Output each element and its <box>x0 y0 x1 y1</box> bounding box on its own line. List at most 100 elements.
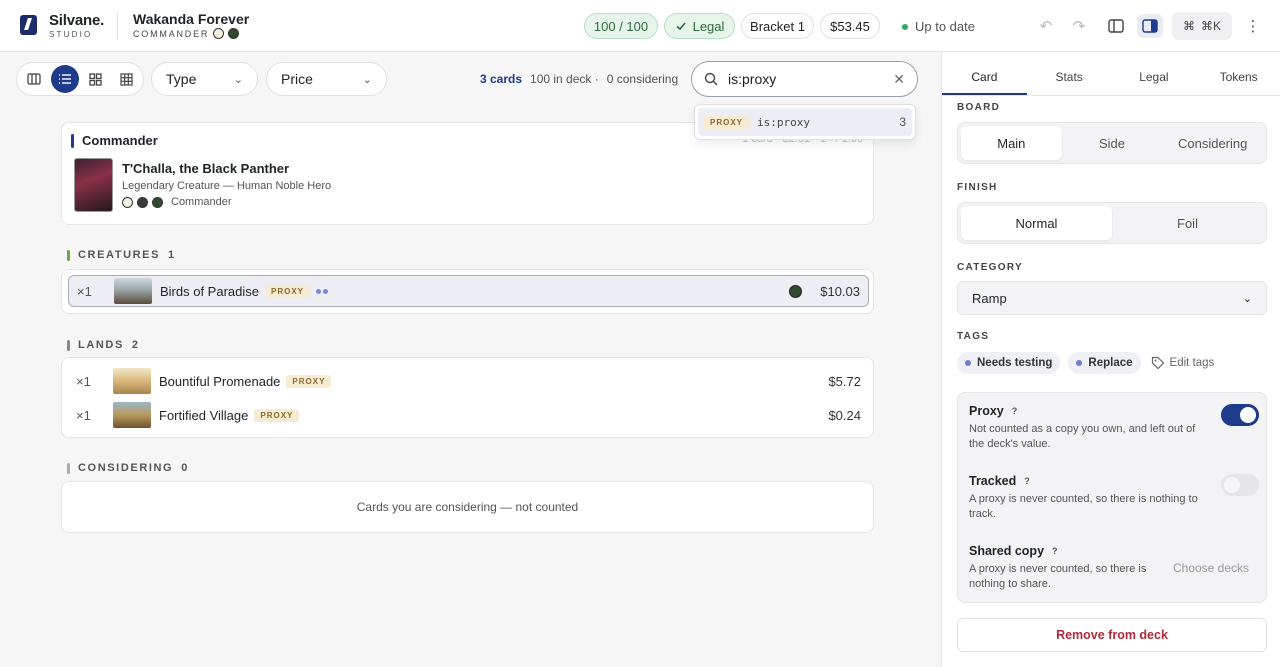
card-name[interactable]: Birds of Paradise <box>160 284 259 299</box>
lands-list: ×1 Bountiful Promenade PROXY $5.72 ×1 Fo… <box>61 357 874 438</box>
tracked-title-row: Tracked ? <box>969 474 1259 488</box>
tab-legal[interactable]: Legal <box>1112 52 1197 95</box>
section-bar <box>71 133 74 148</box>
help-icon[interactable]: ? <box>1052 546 1058 556</box>
card-row[interactable]: ×1 Birds of Paradise PROXY $10.03 <box>68 275 869 307</box>
finish-foil-option[interactable]: Foil <box>1112 206 1263 240</box>
card-qty[interactable]: ×1 <box>76 408 113 423</box>
considering-label-text: CONSIDERING <box>78 462 174 474</box>
card-price: $5.72 <box>828 373 861 389</box>
tab-tokens[interactable]: Tokens <box>1196 52 1280 95</box>
tag-chip[interactable]: Needs testing <box>957 352 1061 374</box>
commander-type: Legendary Creature — Human Noble Hero <box>122 180 332 192</box>
left-panel-toggle-icon[interactable] <box>1103 14 1129 38</box>
deck-title[interactable]: Wakanda Forever <box>133 11 249 27</box>
type-filter-dropdown[interactable]: Type ⌄ <box>151 62 258 96</box>
commander-heading: Commander <box>71 133 158 148</box>
creatures-list: ×1 Birds of Paradise PROXY $10.03 <box>61 269 874 314</box>
proxy-tag: PROXY <box>286 374 332 388</box>
card-qty[interactable]: ×1 <box>77 284 114 299</box>
green-mana-icon <box>789 284 803 298</box>
help-icon[interactable]: ? <box>1012 406 1018 416</box>
card-thumbnail <box>113 368 151 394</box>
help-icon[interactable]: ? <box>1024 476 1030 486</box>
card-name[interactable]: Fortified Village <box>159 408 248 423</box>
in-deck-count: 100 in deck · <box>530 72 599 86</box>
card-price-wrap: $10.03 <box>789 284 860 299</box>
category-label: CATEGORY <box>957 262 1023 273</box>
tag-chip[interactable]: Replace <box>1068 352 1141 374</box>
board-selector: Main Side Considering <box>957 122 1267 164</box>
card-row[interactable]: ×1 Fortified Village PROXY $0.24 <box>68 399 869 431</box>
search-box: ✕ <box>691 61 918 97</box>
card-thumbnail <box>113 402 151 428</box>
considering-count: 0 considering <box>606 72 679 86</box>
creatures-label[interactable]: CREATURES 1 <box>67 249 174 261</box>
shared-title-row: Shared copy ? <box>969 544 1259 558</box>
board-main-option[interactable]: Main <box>961 126 1062 160</box>
tab-card[interactable]: Card <box>942 52 1027 95</box>
green-mana-icon <box>228 28 240 39</box>
clear-search-icon[interactable]: ✕ <box>893 71 905 88</box>
bracket-badge[interactable]: Bracket 1 <box>741 13 814 39</box>
tags-row: Needs testing Replace Edit tags <box>957 352 1214 374</box>
commander-card-image[interactable] <box>74 158 113 212</box>
card-count-badge[interactable]: 100 / 100 <box>584 13 658 39</box>
grid-view-icon[interactable] <box>82 65 110 93</box>
card-detail-panel: Card Stats Legal Tokens BOARD Main Side … <box>941 52 1280 667</box>
chevron-down-icon: ⌄ <box>233 73 243 86</box>
deck-price-badge[interactable]: $53.45 <box>820 13 880 39</box>
edit-tags-button[interactable]: Edit tags <box>1151 356 1214 370</box>
deck-format: COMMANDER <box>133 28 240 39</box>
list-view-icon[interactable] <box>50 65 79 93</box>
considering-label[interactable]: CONSIDERING 0 <box>67 462 187 474</box>
finish-label: FINISH <box>957 182 998 193</box>
choose-decks-button[interactable]: Choose decks <box>1173 561 1249 575</box>
tracked-toggle[interactable] <box>1221 474 1259 496</box>
suggestion-tag: PROXY <box>704 115 750 129</box>
brand-name: Silvane. <box>49 12 105 29</box>
commander-heading-text: Commander <box>82 133 158 148</box>
search-icon <box>704 72 718 86</box>
columns-view-icon[interactable] <box>20 65 48 93</box>
lands-label[interactable]: LANDS 2 <box>67 339 138 351</box>
board-side-option[interactable]: Side <box>1062 126 1163 160</box>
finish-normal-option[interactable]: Normal <box>961 206 1112 240</box>
tag-dot-icon <box>965 360 971 366</box>
category-select[interactable]: Ramp ⌄ <box>957 281 1267 315</box>
suggestion-item[interactable]: PROXY is:proxy 3 <box>698 108 912 136</box>
category-value: Ramp <box>972 290 1007 306</box>
card-row[interactable]: ×1 Bountiful Promenade PROXY $5.72 <box>68 365 869 397</box>
board-considering-option[interactable]: Considering <box>1162 126 1263 160</box>
black-mana-icon <box>137 196 148 208</box>
commander-role: Commander <box>122 196 232 208</box>
compact-grid-view-icon[interactable] <box>112 65 140 93</box>
proxy-toggle[interactable] <box>1221 404 1259 426</box>
shortcut-label: ⌘K <box>1200 19 1221 33</box>
commander-role-label: Commander <box>171 196 232 208</box>
considering-count: 0 <box>181 462 188 474</box>
more-menu-icon[interactable]: ⋮ <box>1240 14 1266 38</box>
right-panel-toggle-icon[interactable] <box>1137 14 1163 38</box>
card-name[interactable]: Bountiful Promenade <box>159 374 280 389</box>
redo-icon[interactable]: ↷ <box>1066 14 1092 38</box>
card-qty[interactable]: ×1 <box>76 374 113 389</box>
undo-icon[interactable]: ↶ <box>1033 14 1059 38</box>
legality-badge[interactable]: Legal <box>664 13 735 39</box>
tag-label: Replace <box>1088 357 1133 369</box>
price-filter-dropdown[interactable]: Price ⌄ <box>266 62 387 96</box>
panel-tabs: Card Stats Legal Tokens <box>942 52 1280 96</box>
tags-label: TAGS <box>957 331 990 342</box>
chevron-down-icon: ⌄ <box>1242 292 1252 305</box>
command-palette-button[interactable]: ⌘ ⌘K <box>1172 12 1232 40</box>
price-filter-label: Price <box>281 71 313 87</box>
section-bar <box>67 462 70 474</box>
brand-sub: STUDIO <box>49 30 93 39</box>
remove-from-deck-button[interactable]: Remove from deck <box>957 618 1267 652</box>
search-input[interactable] <box>728 71 878 87</box>
ownership-options: Proxy ? Not counted as a copy you own, a… <box>957 392 1267 603</box>
top-bar: Silvane. STUDIO Wakanda Forever COMMANDE… <box>0 0 1280 52</box>
commander-name[interactable]: T'Challa, the Black Panther <box>122 161 289 176</box>
tag-label: Needs testing <box>977 357 1053 369</box>
tab-stats[interactable]: Stats <box>1027 52 1112 95</box>
